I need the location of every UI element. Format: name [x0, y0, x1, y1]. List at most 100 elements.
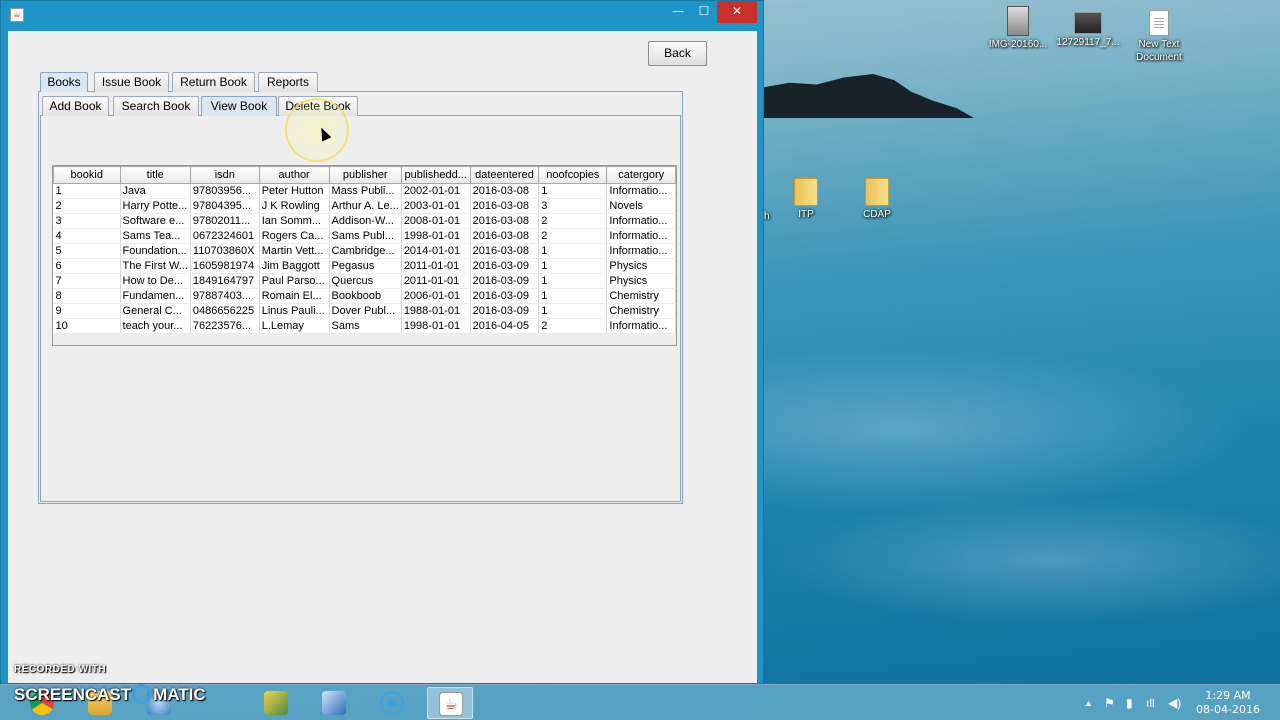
column-header[interactable]: publishedd...: [400, 166, 471, 184]
table-cell[interactable]: 2006-01-01: [401, 288, 471, 304]
table-cell[interactable]: 2: [53, 198, 121, 214]
table-cell[interactable]: 2016-03-09: [470, 273, 540, 289]
table-cell[interactable]: 0672324601: [190, 228, 260, 244]
table-cell[interactable]: Paul Parso...: [259, 273, 330, 289]
table-cell[interactable]: Rogers Ca...: [259, 228, 330, 244]
column-header[interactable]: publisher: [328, 166, 402, 184]
window-titlebar[interactable]: ☕ — ☐ ✕: [1, 1, 763, 29]
table-cell[interactable]: J K Rowling: [259, 198, 330, 214]
table-cell[interactable]: General C...: [120, 303, 191, 319]
table-cell[interactable]: Quercus: [329, 273, 402, 289]
table-cell[interactable]: 2003-01-01: [401, 198, 471, 214]
table-cell[interactable]: Arthur A. Le...: [329, 198, 402, 214]
table-cell[interactable]: 2: [538, 213, 608, 229]
table-cell[interactable]: 1: [538, 303, 608, 319]
table-cell[interactable]: How to De...: [120, 273, 191, 289]
taskbar-virtualbox[interactable]: [311, 687, 357, 719]
table-cell[interactable]: 2016-03-08: [470, 198, 540, 214]
table-cell[interactable]: 97887403...: [190, 288, 260, 304]
tab-books[interactable]: Books: [40, 72, 88, 92]
subtab-search-book[interactable]: Search Book: [113, 96, 199, 116]
desktop-icon-image-file[interactable]: IMG-20160...: [978, 6, 1058, 51]
table-cell[interactable]: 2016-03-09: [470, 258, 540, 274]
table-cell[interactable]: Ian Somm...: [259, 213, 330, 229]
table-cell[interactable]: 1988-01-01: [401, 303, 471, 319]
table-cell[interactable]: 3: [538, 198, 608, 214]
table-row[interactable]: 7 How to De... 1849164797 Paul Parso... Quer…: [53, 273, 676, 289]
table-cell[interactable]: 1: [538, 288, 608, 304]
table-row[interactable]: 8 Fundamen... 97887403... Romain El... Bookb…: [53, 288, 676, 304]
table-cell[interactable]: Informatio...: [606, 213, 676, 229]
table-cell[interactable]: 2016-03-08: [470, 228, 540, 244]
maximize-button[interactable]: ☐: [691, 1, 717, 23]
table-cell[interactable]: 2016-03-08: [470, 243, 540, 259]
table-cell[interactable]: Addison-W...: [329, 213, 402, 229]
table-cell[interactable]: 6: [53, 258, 121, 274]
table-cell[interactable]: 2011-01-01: [401, 273, 471, 289]
table-cell[interactable]: Fundamen...: [120, 288, 191, 304]
table-cell[interactable]: 97803956...: [190, 183, 260, 199]
table-cell[interactable]: Bookboob: [329, 288, 402, 304]
table-cell[interactable]: Java: [120, 183, 191, 199]
tab-return-book[interactable]: Return Book: [172, 72, 255, 92]
taskbar-search-app[interactable]: [136, 687, 182, 719]
table-cell[interactable]: 9: [53, 303, 121, 319]
table-cell[interactable]: 1849164797: [190, 273, 260, 289]
table-cell[interactable]: Novels: [606, 198, 676, 214]
table-row[interactable]: 3 Software e... 97802011... Ian Somm... Addi…: [53, 213, 676, 229]
table-cell[interactable]: Foundation...: [120, 243, 191, 259]
table-cell[interactable]: 2016-03-09: [470, 288, 540, 304]
column-header[interactable]: title: [119, 166, 191, 184]
desktop-icon-cdap-folder[interactable]: CDAP: [837, 178, 917, 221]
table-cell[interactable]: The First W...: [120, 258, 191, 274]
tab-issue-book[interactable]: Issue Book: [94, 72, 169, 92]
table-cell[interactable]: 1: [538, 243, 608, 259]
table-cell[interactable]: 97802011...: [190, 213, 260, 229]
back-button[interactable]: Back: [648, 41, 707, 66]
desktop-icon-text-document[interactable]: New Text Document: [1119, 10, 1199, 64]
table-cell[interactable]: 1998-01-01: [401, 318, 471, 334]
column-header[interactable]: catergory: [606, 166, 676, 184]
tab-reports[interactable]: Reports: [258, 72, 318, 92]
table-cell[interactable]: 7: [53, 273, 121, 289]
table-cell[interactable]: 2016-03-08: [470, 213, 540, 229]
table-cell[interactable]: Chemistry: [606, 303, 676, 319]
table-cell[interactable]: Harry Potte...: [120, 198, 191, 214]
taskbar-java-app[interactable]: ☕: [427, 687, 473, 719]
table-cell[interactable]: 2: [538, 318, 608, 334]
column-header[interactable]: dateentered: [469, 166, 540, 184]
table-cell[interactable]: 2016-03-09: [470, 303, 540, 319]
table-cell[interactable]: 0486656225: [190, 303, 260, 319]
table-cell[interactable]: 1: [538, 183, 608, 199]
table-cell[interactable]: 2008-01-01: [401, 213, 471, 229]
column-header[interactable]: noofcopies: [538, 166, 608, 184]
close-button[interactable]: ✕: [717, 1, 757, 23]
table-cell[interactable]: 10: [53, 318, 121, 334]
table-cell[interactable]: L.Lemay: [259, 318, 330, 334]
table-cell[interactable]: Dover Publ...: [329, 303, 402, 319]
taskbar-recorder[interactable]: [369, 687, 415, 719]
table-cell[interactable]: 1: [538, 258, 608, 274]
table-cell[interactable]: 1605981974: [190, 258, 260, 274]
table-cell[interactable]: 76223576...: [190, 318, 260, 334]
table-row[interactable]: 5 Foundation... 110703860X Martin Vett... Ca…: [53, 243, 676, 259]
table-cell[interactable]: 3: [53, 213, 121, 229]
table-cell[interactable]: Sams: [329, 318, 402, 334]
table-cell[interactable]: Pegasus: [329, 258, 402, 274]
table-cell[interactable]: 110703860X: [190, 243, 260, 259]
table-cell[interactable]: Peter Hutton: [259, 183, 330, 199]
taskbar-clock[interactable]: 1:29 AM 08-04-2016: [1192, 689, 1264, 717]
table-cell[interactable]: Martin Vett...: [259, 243, 330, 259]
table-cell[interactable]: Informatio...: [606, 243, 676, 259]
table-cell[interactable]: Linus Pauli...: [259, 303, 330, 319]
volume-icon[interactable]: ◀): [1168, 696, 1181, 710]
table-cell[interactable]: 2002-01-01: [401, 183, 471, 199]
column-header[interactable]: isdn: [189, 166, 260, 184]
desktop-icon-itp-folder[interactable]: ITP: [766, 178, 846, 221]
table-cell[interactable]: 2011-01-01: [401, 258, 471, 274]
taskbar-file-explorer[interactable]: [77, 687, 123, 719]
table-cell[interactable]: 1998-01-01: [401, 228, 471, 244]
table-cell[interactable]: Jim Baggott: [259, 258, 330, 274]
show-hidden-icons-icon[interactable]: ▲: [1084, 698, 1093, 708]
table-row[interactable]: 4 Sams Tea... 0672324601 Rogers Ca... Sams P…: [53, 228, 676, 244]
